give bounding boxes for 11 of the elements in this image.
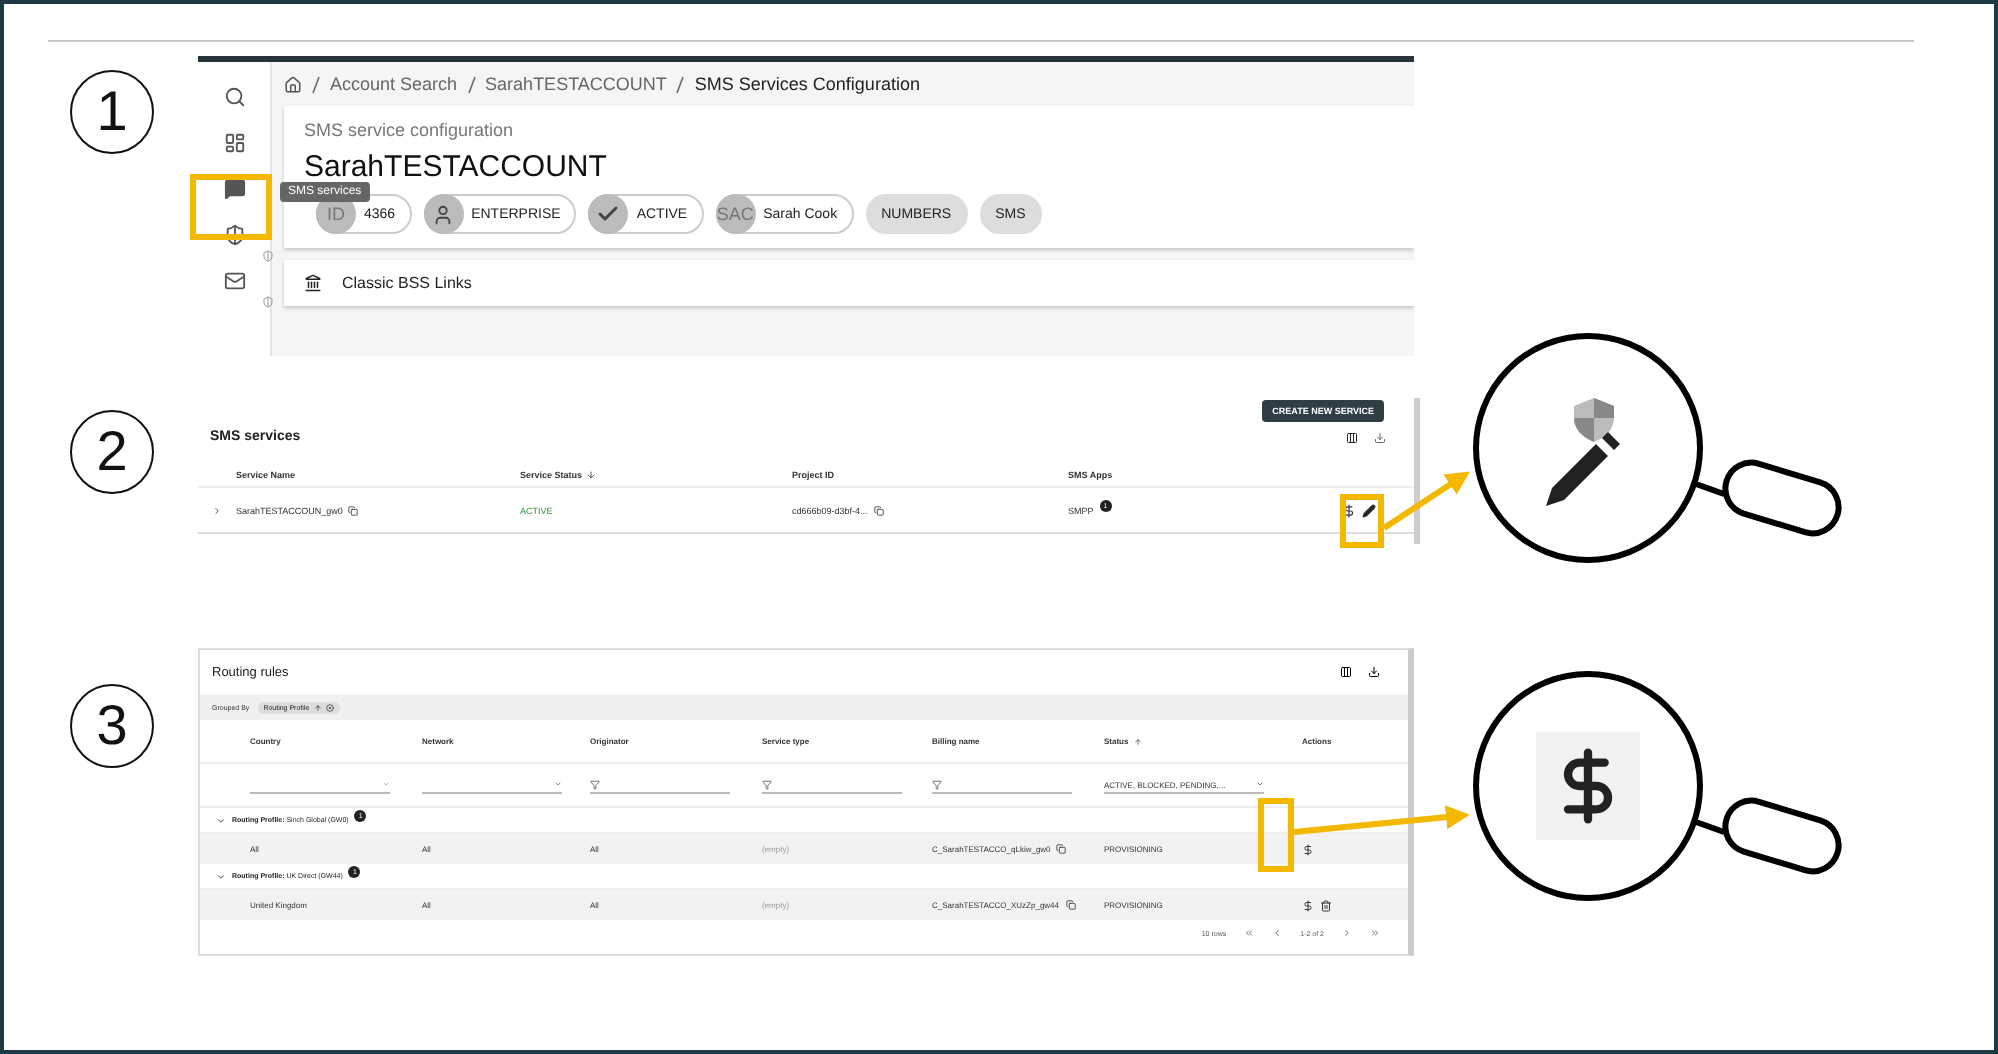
breadcrumb-link[interactable]: SMS Services Configuration <box>694 74 920 94</box>
breadcrumb-link[interactable]: SarahTESTACCOUNT <box>485 74 667 94</box>
section-title: Classic BSS Links <box>342 274 472 292</box>
breadcrumb-link[interactable]: Account Search <box>330 74 458 94</box>
step-number: 3 <box>70 684 154 768</box>
step-number: 1 <box>70 70 154 154</box>
avatar-initials: SAC <box>715 194 756 234</box>
step-number: 2 <box>70 410 154 494</box>
links-section[interactable]: Classic BSS Links <box>284 260 1414 306</box>
account-title: SarahTESTACCOUNT <box>304 150 609 184</box>
card-subtitle: SMS service configuration <box>304 120 516 140</box>
